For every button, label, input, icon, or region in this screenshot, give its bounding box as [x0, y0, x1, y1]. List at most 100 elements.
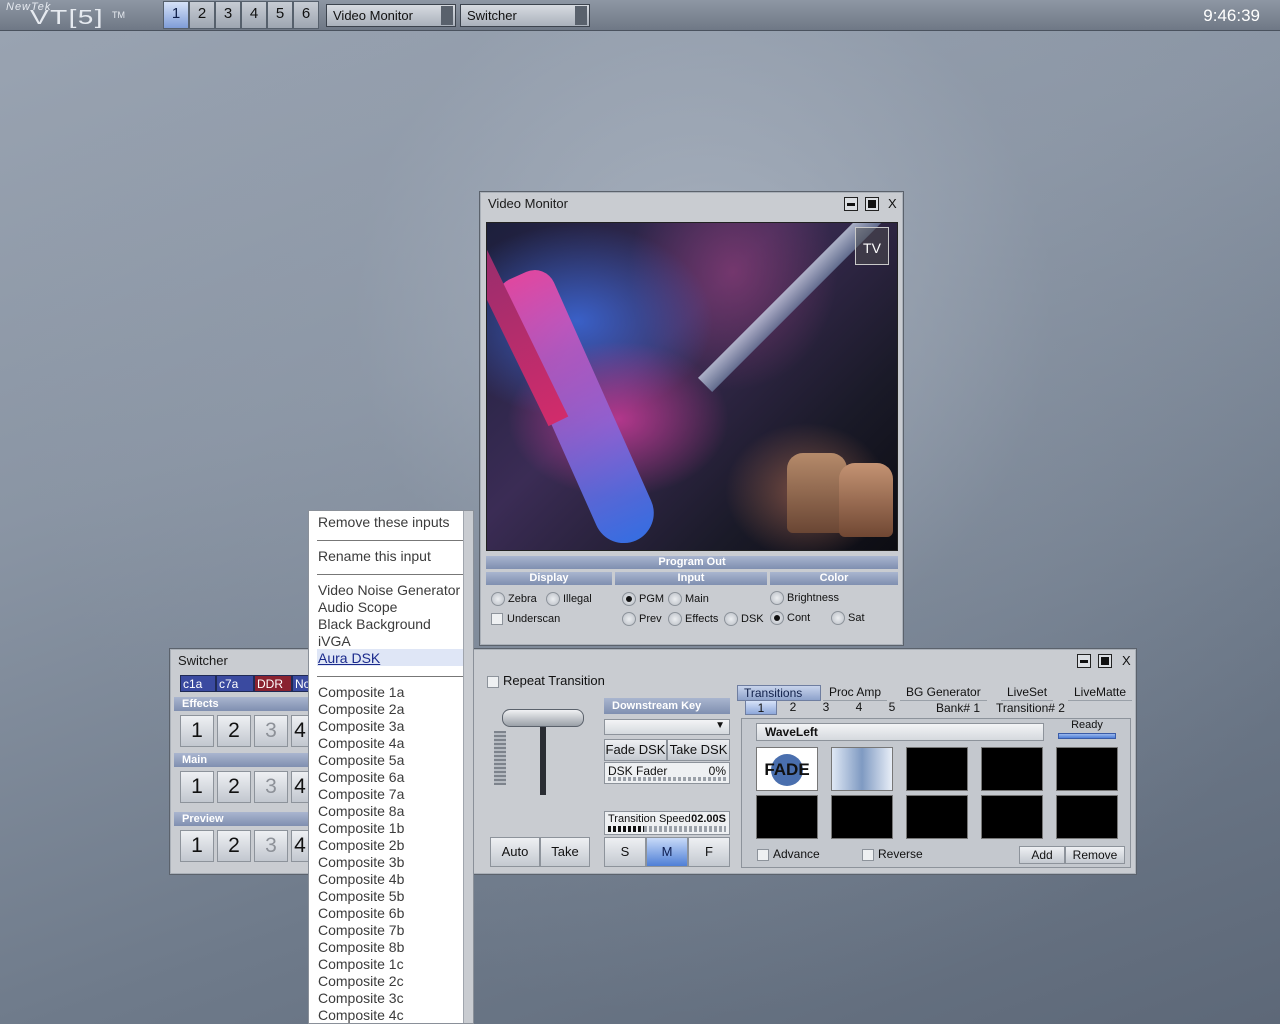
input-chip-c7a[interactable]: c7a: [216, 675, 254, 692]
menu-item-remove-inputs[interactable]: Remove these inputs: [318, 514, 450, 530]
effects-button-4[interactable]: 4: [291, 715, 309, 747]
preview-button-4[interactable]: 4: [291, 830, 309, 862]
maximize-icon[interactable]: [865, 197, 879, 211]
menu-item-composite[interactable]: Composite 3c: [318, 990, 404, 1006]
input-chip-c1a[interactable]: c1a: [180, 675, 216, 692]
dsk-fader[interactable]: DSK Fader 0%: [604, 762, 730, 784]
menu-item-composite[interactable]: Composite 5a: [318, 752, 404, 768]
color-brightness-option[interactable]: Brightness: [770, 591, 839, 605]
empty-transition-slot[interactable]: [981, 747, 1043, 791]
illegal-option[interactable]: Illegal: [546, 592, 592, 606]
dsk-dropdown[interactable]: ▼: [604, 719, 730, 735]
transition-name-field[interactable]: WaveLeft: [756, 723, 1044, 741]
menu-item-composite[interactable]: Composite 1c: [318, 956, 404, 972]
bank-tab-2[interactable]: 2: [777, 700, 809, 715]
task-switcher[interactable]: Switcher: [460, 4, 590, 27]
remove-button[interactable]: Remove: [1065, 846, 1125, 864]
menu-scrollbar[interactable]: [463, 511, 473, 1023]
effects-button-2[interactable]: 2: [217, 715, 251, 747]
main-button-3[interactable]: 3: [254, 771, 288, 803]
input-effects-option[interactable]: Effects: [668, 612, 718, 626]
empty-transition-slot[interactable]: [906, 795, 968, 839]
minimize-icon[interactable]: [1077, 654, 1091, 668]
empty-transition-slot[interactable]: [981, 795, 1043, 839]
desktop-button-6[interactable]: 6: [293, 1, 319, 29]
bank-tab-1[interactable]: 1: [745, 700, 777, 715]
transition-speed[interactable]: Transition Speed 02.00S: [604, 811, 730, 835]
repeat-transition-checkbox[interactable]: Repeat Transition: [487, 673, 605, 688]
menu-item-composite[interactable]: Composite 6b: [318, 905, 404, 921]
menu-item-composite[interactable]: Composite 2b: [318, 837, 404, 853]
menu-item-composite[interactable]: Composite 4c: [318, 1007, 404, 1023]
bank-tab-5[interactable]: 5: [876, 700, 908, 715]
main-button-2[interactable]: 2: [217, 771, 251, 803]
empty-transition-slot[interactable]: [756, 795, 818, 839]
zebra-option[interactable]: Zebra: [491, 592, 537, 606]
input-dsk-option[interactable]: DSK: [724, 612, 764, 626]
menu-item-audio-scope[interactable]: Audio Scope: [318, 599, 397, 615]
main-button-1[interactable]: 1: [180, 771, 214, 803]
advance-checkbox[interactable]: Advance: [757, 847, 820, 861]
input-chip-ddr[interactable]: DDR: [254, 675, 292, 692]
menu-item-aura-dsk[interactable]: Aura DSK: [318, 650, 380, 666]
speed-medium-button[interactable]: M: [646, 837, 688, 867]
bank-tab-3[interactable]: 3: [810, 700, 842, 715]
color-cont-option[interactable]: Cont: [770, 611, 810, 625]
reverse-checkbox[interactable]: Reverse: [862, 847, 923, 861]
preview-button-3[interactable]: 3: [254, 830, 288, 862]
empty-transition-slot[interactable]: [906, 747, 968, 791]
menu-item-composite[interactable]: Composite 2c: [318, 973, 404, 989]
close-icon[interactable]: X: [1122, 653, 1131, 668]
input-prev-option[interactable]: Prev: [622, 612, 662, 626]
tab-liveset[interactable]: LiveSet: [1001, 685, 1054, 701]
effects-button-3[interactable]: 3: [254, 715, 288, 747]
speed-slow-button[interactable]: S: [604, 837, 646, 867]
empty-transition-slot[interactable]: [1056, 795, 1118, 839]
menu-item-composite[interactable]: Composite 1a: [318, 684, 404, 700]
empty-transition-slot[interactable]: [1056, 747, 1118, 791]
menu-item-ivga[interactable]: iVGA: [318, 633, 351, 649]
tab-bg-generator[interactable]: BG Generator: [900, 685, 987, 701]
menu-item-composite[interactable]: Composite 3b: [318, 854, 404, 870]
menu-item-composite[interactable]: Composite 5b: [318, 888, 404, 904]
tab-proc-amp[interactable]: Proc Amp: [823, 685, 888, 701]
take-dsk-button[interactable]: Take DSK: [667, 739, 730, 761]
effects-button-1[interactable]: 1: [180, 715, 214, 747]
color-sat-option[interactable]: Sat: [831, 611, 865, 625]
menu-item-composite[interactable]: Composite 6a: [318, 769, 404, 785]
desktop-button-1[interactable]: 1: [163, 1, 189, 29]
desktop-button-5[interactable]: 5: [267, 1, 293, 29]
input-main-option[interactable]: Main: [668, 592, 709, 606]
menu-item-composite[interactable]: Composite 7a: [318, 786, 404, 802]
bank-tab-4[interactable]: 4: [843, 700, 875, 715]
underscan-option[interactable]: Underscan: [491, 613, 560, 626]
menu-item-composite[interactable]: Composite 1b: [318, 820, 404, 836]
menu-item-composite[interactable]: Composite 7b: [318, 922, 404, 938]
minimize-icon[interactable]: [844, 197, 858, 211]
menu-item-composite[interactable]: Composite 8a: [318, 803, 404, 819]
menu-item-composite[interactable]: Composite 4a: [318, 735, 404, 751]
tbar-handle[interactable]: [502, 709, 584, 727]
maximize-icon[interactable]: [1098, 654, 1112, 668]
wave-transition-thumb[interactable]: [831, 747, 893, 791]
desktop-button-3[interactable]: 3: [215, 1, 241, 29]
main-button-4[interactable]: 4: [291, 771, 309, 803]
fade-dsk-button[interactable]: Fade DSK: [604, 739, 667, 761]
menu-item-composite[interactable]: Composite 4b: [318, 871, 404, 887]
preview-button-1[interactable]: 1: [180, 830, 214, 862]
preview-button-2[interactable]: 2: [217, 830, 251, 862]
menu-item-composite[interactable]: Composite 2a: [318, 701, 404, 717]
empty-transition-slot[interactable]: [831, 795, 893, 839]
desktop-button-4[interactable]: 4: [241, 1, 267, 29]
menu-item-black-background[interactable]: Black Background: [318, 616, 431, 632]
menu-item-rename-input[interactable]: Rename this input: [318, 548, 431, 564]
tab-livematte[interactable]: LiveMatte: [1068, 685, 1133, 701]
menu-item-composite[interactable]: Composite 8b: [318, 939, 404, 955]
menu-item-video-noise-generator[interactable]: Video Noise Generator: [318, 582, 460, 598]
menu-item-composite[interactable]: Composite 3a: [318, 718, 404, 734]
add-button[interactable]: Add: [1019, 846, 1065, 864]
auto-button[interactable]: Auto: [490, 837, 540, 867]
speed-fast-button[interactable]: F: [688, 837, 730, 867]
tab-transitions[interactable]: Transitions: [737, 685, 821, 701]
task-video-monitor[interactable]: Video Monitor: [326, 4, 456, 27]
